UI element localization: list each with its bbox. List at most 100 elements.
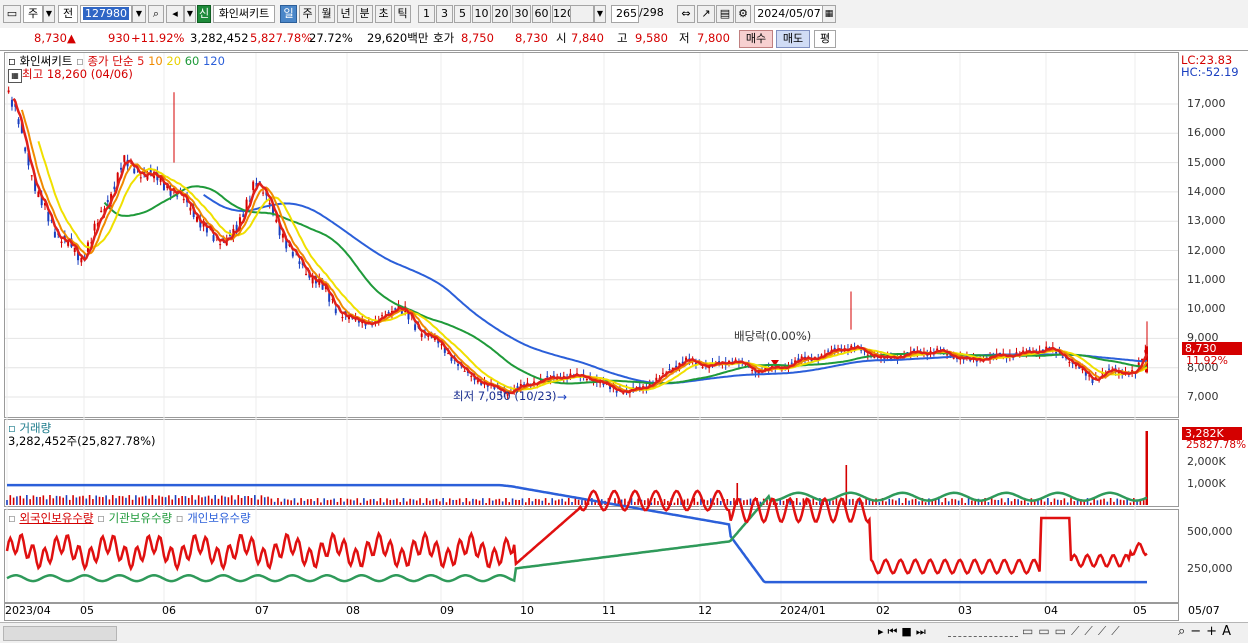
price-ytick: 7,000 (1187, 390, 1219, 403)
interval-60-button[interactable]: 60 (532, 5, 551, 23)
low-note: 최저 7,050 (10/23) (453, 389, 557, 403)
x-label: 03 (958, 604, 972, 617)
low-price: 7,800 (697, 31, 730, 45)
x-label: 12 (698, 604, 712, 617)
x-label: 04 (1044, 604, 1058, 617)
sell-button[interactable]: 매도 (776, 30, 810, 48)
volume-pct-tag: 25827.78% (1186, 439, 1247, 451)
volume-ytick-1000k: 1,000K (1187, 477, 1226, 490)
eval-button[interactable]: 평 (814, 30, 836, 48)
total-count: /298 (639, 6, 664, 19)
price-panel (4, 52, 1179, 418)
legend-foreign: 외국인보유수량 (19, 511, 94, 525)
up-arrow-icon: ▲ (67, 31, 76, 45)
x-label: 09 (440, 604, 454, 617)
gear-icon[interactable]: ⚙ (735, 5, 751, 23)
tool-icons[interactable]: ▭▭▭⟋⟋⟋⟋ (1022, 624, 1125, 639)
interval-30-button[interactable]: 30 (512, 5, 531, 23)
volume-value: 3,282,452주(25,827.78%) (8, 434, 156, 448)
buy-button[interactable]: 매수 (739, 30, 773, 48)
grid-icon[interactable]: ▦ (8, 69, 22, 83)
legend-ma5: 5 (137, 54, 145, 68)
chevron-down-icon[interactable]: ▼ (132, 5, 146, 23)
interval-20-button[interactable]: 20 (492, 5, 511, 23)
save-icon[interactable]: ▤ (716, 5, 734, 23)
volume-ratio: 5,827.78% (250, 31, 313, 45)
trade-amount: 29,620백만 (367, 31, 429, 45)
period-1-button[interactable]: 주 (299, 5, 316, 23)
toolbar: ▭ 주 ▼ 전 127980 ▼ ⌕ ◂ ▼ 신 화인써키트 일주월년분초틱 1… (0, 0, 1248, 29)
x-label: 08 (346, 604, 360, 617)
chevron-down-icon[interactable]: ▼ (184, 5, 196, 23)
draw-icon[interactable]: ↗ (697, 5, 715, 23)
playback-controls[interactable]: ▸⏮■⏭ (878, 625, 930, 639)
period-0-button[interactable]: 일 (280, 5, 297, 23)
x-axis (4, 603, 1179, 621)
prev-button[interactable]: 전 (58, 5, 78, 23)
layout-icon[interactable]: ▭ (3, 5, 21, 23)
change-percent: +11.92% (131, 31, 185, 45)
holdings-legend: ▫ 외국인보유수량 ▫ 기관보유수량 ▫ 개인보유수량 (8, 510, 251, 526)
chevron-down-icon[interactable]: ▼ (43, 5, 55, 23)
high-price: 9,580 (635, 31, 668, 45)
volume: 3,282,452 (190, 31, 249, 45)
bid-price: 8,750 (461, 31, 494, 45)
interval-5-button[interactable]: 5 (454, 5, 471, 23)
open-label: 시 (556, 31, 567, 45)
scrollbar[interactable]: ▸⏮■⏭ ▭▭▭⟋⟋⟋⟋ ⌕−+A (0, 622, 1248, 643)
x-label: 05/07 (1188, 604, 1220, 617)
calendar-icon[interactable]: ▦ (822, 5, 836, 23)
period-6-button[interactable]: 틱 (394, 5, 411, 23)
volume-ytick-2000k: 2,000K (1187, 455, 1226, 468)
x-label: 10 (520, 604, 534, 617)
price-change: 930 (108, 31, 130, 45)
interval-10-button[interactable]: 10 (472, 5, 491, 23)
holdings-ytick-250k: 250,000 (1187, 562, 1233, 575)
x-label: 02 (876, 604, 890, 617)
chevron-down-icon[interactable]: ▼ (594, 5, 606, 23)
stock-name: 화인써키트 (213, 5, 275, 23)
period-4-button[interactable]: 분 (356, 5, 373, 23)
price-ytick: 16,000 (1187, 126, 1226, 140)
price-ytick: 17,000 (1187, 97, 1226, 110)
bid-label: 호가 (433, 31, 455, 45)
current-pct-tag: 11.92% (1186, 354, 1228, 367)
period-5-button[interactable]: 초 (375, 5, 392, 23)
legend-marker-icon: ▫ (8, 54, 16, 68)
price-ytick: 11,000 (1187, 272, 1226, 286)
search-icon[interactable]: ⌕ (148, 5, 164, 23)
quote-bar: 8,730 ▲ 930 +11.92% 3,282,452 5,827.78% … (0, 28, 1248, 51)
x-label: 05 (1133, 604, 1147, 617)
new-badge: 신 (197, 5, 211, 23)
code-value: 127980 (83, 7, 129, 20)
interval-3-button[interactable]: 3 (436, 5, 453, 23)
hc-value: HC:-52.19 (1181, 65, 1239, 79)
zoom-icons[interactable]: ⌕−+A (1178, 624, 1236, 639)
x-label: 11 (602, 604, 616, 617)
speaker-icon[interactable]: ◂ (166, 5, 184, 23)
market-select[interactable]: 주 (23, 5, 43, 23)
legend-individual: 개인보유수량 (187, 511, 251, 525)
custom-interval-input[interactable] (570, 5, 594, 23)
period-3-button[interactable]: 년 (337, 5, 354, 23)
volume-panel (4, 419, 1179, 507)
high-label: 고 (617, 31, 628, 45)
x-label: 05 (80, 604, 94, 617)
arrow-right-icon: → (557, 390, 568, 404)
price-ytick: 12,000 (1187, 243, 1226, 257)
price-ytick: 14,000 (1187, 184, 1226, 198)
holdings-ytick-500k: 500,000 (1187, 525, 1233, 538)
x-label: 07 (255, 604, 269, 617)
zoom-icon[interactable]: ⇔ (677, 5, 695, 23)
scroll-thumb[interactable] (3, 626, 117, 641)
zoom-slider[interactable] (948, 627, 1018, 637)
code-input[interactable]: 127980 (80, 5, 132, 23)
date-input[interactable]: 2024/05/07 (754, 5, 824, 23)
price-ytick: 10,000 (1187, 302, 1226, 316)
ask-price: 8,730 (515, 31, 548, 45)
count-input[interactable]: 265 (611, 5, 639, 23)
period-2-button[interactable]: 월 (318, 5, 335, 23)
interval-1-button[interactable]: 1 (418, 5, 435, 23)
current-price: 8,730 (34, 31, 67, 45)
legend-ma60: 60 (184, 54, 200, 68)
